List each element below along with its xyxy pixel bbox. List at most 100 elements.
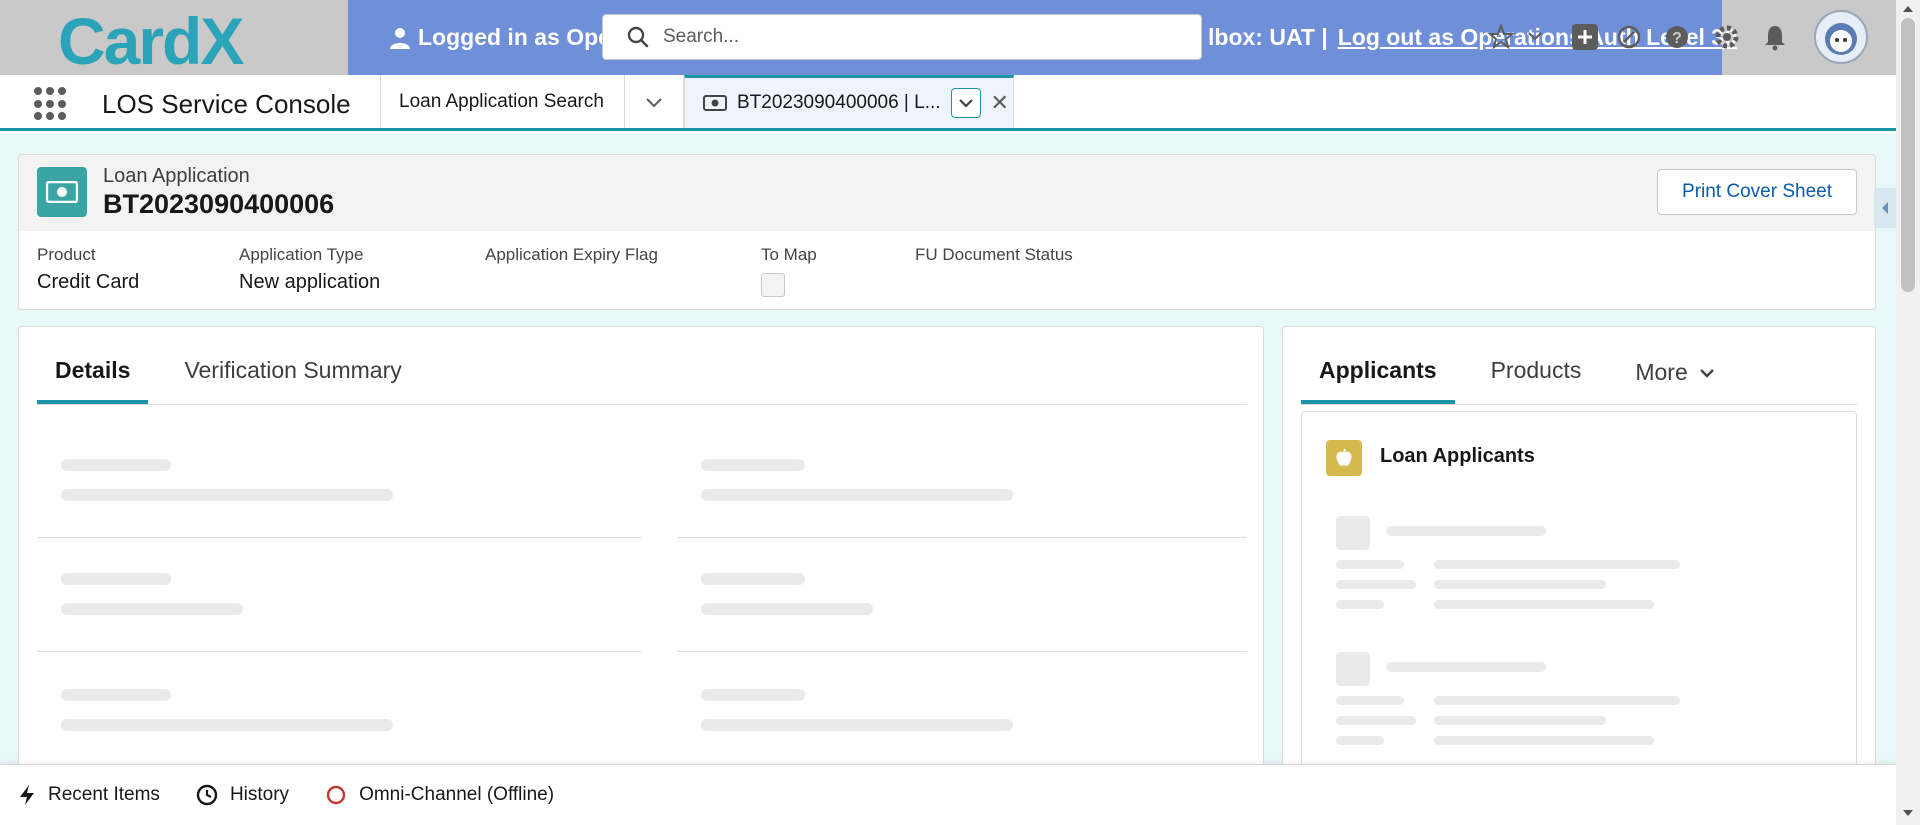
tab-more-label: More bbox=[1635, 359, 1688, 385]
utility-history[interactable]: History bbox=[196, 784, 289, 806]
divider bbox=[677, 537, 1247, 538]
impersonation-status: Logged in as Ope bbox=[390, 24, 611, 51]
loading-placeholder bbox=[61, 603, 243, 615]
cardx-logo[interactable]: CardX bbox=[58, 6, 290, 72]
help-icon[interactable]: ? bbox=[1660, 20, 1694, 54]
tab-overflow-menu[interactable] bbox=[624, 75, 684, 128]
loading-placeholder bbox=[1336, 560, 1404, 569]
loan-applicants-title[interactable]: Loan Applicants bbox=[1380, 445, 1535, 468]
details-tabset: Details Verification Summary bbox=[37, 347, 1247, 405]
loading-placeholder bbox=[61, 489, 393, 501]
loan-applicants-related-list: Loan Applicants bbox=[1301, 411, 1857, 811]
notifications-bell-icon[interactable] bbox=[1758, 20, 1792, 54]
loading-placeholder bbox=[1386, 526, 1546, 536]
loading-placeholder bbox=[701, 719, 1013, 731]
app-navigation-bar: LOS Service Console Loan Application Sea… bbox=[0, 75, 1896, 131]
search-input[interactable] bbox=[663, 26, 1183, 48]
loading-placeholder bbox=[1434, 736, 1654, 745]
utility-omni-channel[interactable]: Omni-Channel (Offline) bbox=[325, 784, 554, 806]
tab-products[interactable]: Products bbox=[1473, 347, 1600, 404]
tab-label: Loan Application Search bbox=[399, 90, 604, 112]
loading-placeholder bbox=[1336, 736, 1384, 745]
lightning-icon bbox=[20, 785, 34, 805]
loading-placeholder bbox=[701, 459, 805, 471]
chevron-down-icon bbox=[1699, 368, 1714, 378]
tab-loan-application-search[interactable]: Loan Application Search bbox=[380, 75, 624, 128]
close-tab-icon[interactable]: ✕ bbox=[991, 90, 1009, 116]
user-icon bbox=[390, 27, 410, 49]
utility-bar: Recent Items History Omni-Channel (Offli… bbox=[0, 764, 1896, 825]
tab-applicants[interactable]: Applicants bbox=[1301, 347, 1455, 404]
related-panel: Applicants Products More Loan Applicants bbox=[1282, 326, 1876, 811]
tab-label: BT2023090400006 | L... bbox=[737, 92, 941, 113]
utility-recent-items[interactable]: Recent Items bbox=[18, 784, 160, 806]
page-scrollbar[interactable] bbox=[1896, 0, 1920, 825]
record-name: BT2023090400006 bbox=[103, 189, 335, 219]
tab-more[interactable]: More bbox=[1617, 347, 1733, 404]
field-fu-document-status: FU Document Status bbox=[915, 245, 1073, 271]
loading-placeholder bbox=[1336, 516, 1370, 550]
loading-placeholder bbox=[1386, 662, 1546, 672]
loading-placeholder bbox=[61, 573, 171, 585]
sidebar-toggle-icon[interactable] bbox=[1874, 188, 1896, 228]
field-label: To Map bbox=[761, 245, 817, 264]
loading-placeholder bbox=[1336, 600, 1384, 609]
loading-placeholder bbox=[1434, 696, 1680, 705]
related-tabset: Applicants Products More bbox=[1301, 347, 1857, 405]
impersonation-text: Logged in as Ope bbox=[418, 24, 611, 50]
utility-label: Omni-Channel (Offline) bbox=[359, 784, 555, 805]
sandbox-label: lbox: UAT | bbox=[1208, 24, 1328, 50]
loading-placeholder bbox=[1336, 580, 1416, 589]
loading-placeholder bbox=[1336, 716, 1416, 725]
utility-label: History bbox=[229, 784, 290, 805]
tab-details[interactable]: Details bbox=[37, 347, 149, 404]
loading-placeholder bbox=[1434, 560, 1680, 569]
loan-applicants-icon bbox=[1326, 440, 1362, 476]
app-name: LOS Service Console bbox=[102, 89, 351, 119]
svg-text:CardX: CardX bbox=[58, 6, 244, 72]
loading-placeholder bbox=[61, 719, 393, 731]
chevron-down-icon bbox=[646, 97, 662, 107]
tab-loan-application-record[interactable]: BT2023090400006 | L... ✕ bbox=[684, 75, 1014, 128]
scroll-up-arrow-icon[interactable] bbox=[1903, 6, 1913, 12]
record-workspace: Loan Application BT2023090400006 Print C… bbox=[0, 134, 1896, 811]
field-value: New application bbox=[239, 271, 381, 293]
field-label: Application Expiry Flag bbox=[485, 245, 658, 264]
field-application-type: Application Type New application bbox=[239, 245, 380, 294]
to-map-checkbox bbox=[761, 273, 785, 297]
impersonation-actions: lbox: UAT | Log out as Operations Auth L… bbox=[1208, 24, 1737, 51]
scroll-down-arrow-icon[interactable] bbox=[1903, 810, 1913, 816]
global-actions-add-icon[interactable] bbox=[1568, 20, 1602, 54]
loading-placeholder bbox=[701, 573, 805, 585]
user-avatar[interactable] bbox=[1814, 10, 1868, 64]
divider bbox=[677, 651, 1247, 652]
divider bbox=[37, 651, 641, 652]
loading-placeholder bbox=[1434, 580, 1606, 589]
field-application-expiry-flag: Application Expiry Flag bbox=[485, 245, 658, 271]
app-launcher-waffle-icon[interactable] bbox=[34, 87, 68, 121]
trailhead-icon[interactable] bbox=[1612, 20, 1646, 54]
print-cover-sheet-button[interactable]: Print Cover Sheet bbox=[1657, 169, 1857, 215]
field-label: FU Document Status bbox=[915, 245, 1073, 264]
settings-gear-icon[interactable] bbox=[1710, 20, 1744, 54]
field-to-map: To Map bbox=[761, 245, 817, 297]
tab-actions-chevron-icon[interactable] bbox=[950, 88, 981, 118]
favorites-icon[interactable] bbox=[1484, 20, 1518, 54]
record-header-bar: Loan Application BT2023090400006 Print C… bbox=[19, 155, 1875, 231]
field-label: Product bbox=[37, 245, 96, 264]
loading-placeholder bbox=[1336, 652, 1370, 686]
money-icon bbox=[703, 95, 727, 111]
loading-placeholder bbox=[701, 689, 805, 701]
offline-status-icon bbox=[326, 785, 346, 805]
tab-verification-summary[interactable]: Verification Summary bbox=[166, 347, 419, 404]
loading-placeholder bbox=[701, 489, 1013, 501]
global-search[interactable] bbox=[602, 14, 1202, 60]
divider bbox=[37, 537, 641, 538]
record-object-label: Loan Application bbox=[103, 165, 250, 187]
scrollbar-thumb[interactable] bbox=[1901, 18, 1915, 292]
favorites-list-icon[interactable] bbox=[1518, 20, 1552, 54]
details-panel: Details Verification Summary bbox=[18, 326, 1264, 786]
record-highlights-panel: Loan Application BT2023090400006 Print C… bbox=[18, 154, 1876, 310]
search-icon bbox=[627, 26, 649, 48]
field-product: Product Credit Card bbox=[37, 245, 139, 294]
